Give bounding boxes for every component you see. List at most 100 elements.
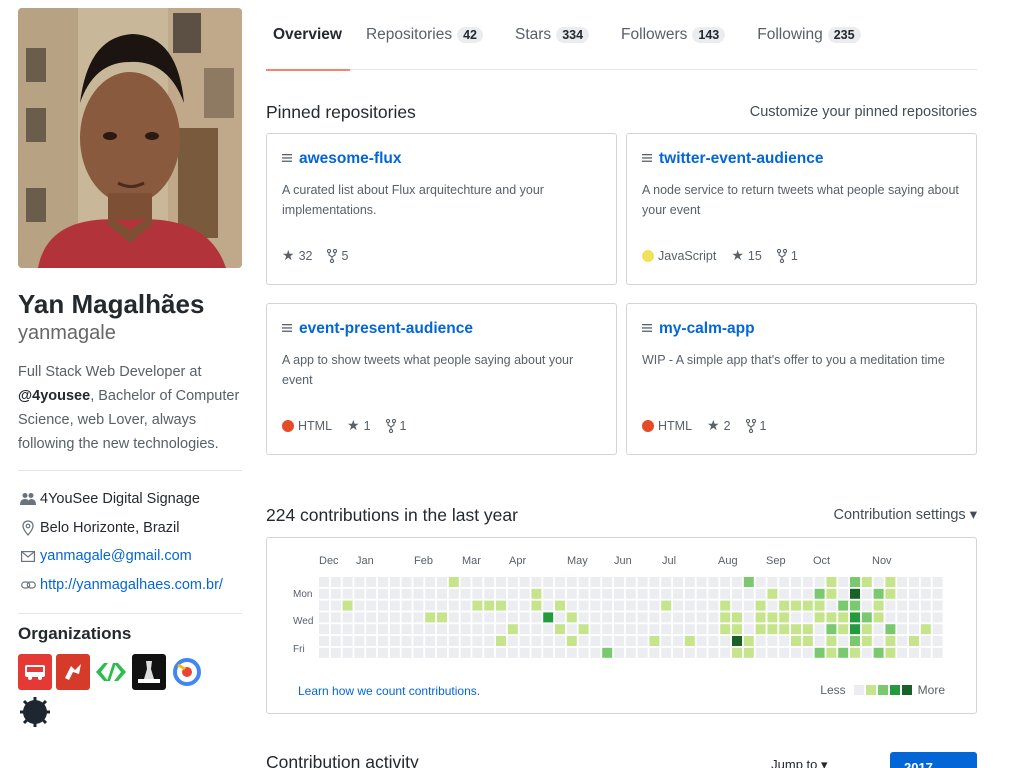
contribution-day[interactable] (755, 577, 766, 587)
contribution-day[interactable] (767, 600, 778, 611)
contribution-day[interactable] (507, 624, 518, 635)
contribution-day[interactable] (378, 624, 388, 635)
contribution-day[interactable] (555, 647, 565, 658)
contribution-day[interactable] (389, 647, 400, 658)
contribution-day[interactable] (838, 612, 849, 623)
contribution-day[interactable] (696, 600, 707, 611)
contribution-day[interactable] (578, 647, 589, 658)
contribution-day[interactable] (791, 624, 801, 635)
contribution-day[interactable] (496, 624, 506, 635)
contribution-day[interactable] (850, 577, 860, 587)
contribution-day[interactable] (897, 612, 908, 623)
contribution-day[interactable] (507, 577, 518, 587)
contribution-day[interactable] (826, 624, 837, 635)
contribution-day[interactable] (602, 647, 613, 658)
customize-pins-link[interactable]: Customize your pinned repositories (750, 104, 977, 120)
contribution-day[interactable] (425, 588, 436, 599)
contribution-day[interactable] (802, 588, 813, 599)
contribution-day[interactable] (802, 612, 813, 623)
contribution-day[interactable] (826, 588, 837, 599)
contribution-day[interactable] (767, 577, 778, 587)
contribution-day[interactable] (779, 577, 790, 587)
contribution-day[interactable] (472, 636, 483, 646)
contribution-day[interactable] (507, 612, 518, 623)
contribution-day[interactable] (354, 636, 365, 646)
contribution-day[interactable] (614, 647, 624, 658)
contribution-day[interactable] (460, 636, 471, 646)
contribution-day[interactable] (779, 636, 790, 646)
contribution-day[interactable] (767, 612, 778, 623)
contribution-day[interactable] (814, 588, 825, 599)
contribution-day[interactable] (413, 624, 424, 635)
contribution-day[interactable] (590, 588, 601, 599)
contribution-day[interactable] (413, 588, 424, 599)
contribution-day[interactable] (448, 636, 459, 646)
contribution-day[interactable] (684, 600, 695, 611)
contribution-day[interactable] (838, 577, 849, 587)
contribution-day[interactable] (826, 636, 837, 646)
contribution-day[interactable] (413, 636, 424, 646)
contribution-day[interactable] (920, 624, 931, 635)
contribution-day[interactable] (861, 588, 872, 599)
contribution-day[interactable] (472, 624, 483, 635)
contribution-day[interactable] (366, 636, 377, 646)
contribution-day[interactable] (838, 647, 849, 658)
contribution-day[interactable] (566, 636, 577, 646)
contribution-day[interactable] (531, 647, 542, 658)
repo-stars[interactable]: ★ 1 (347, 417, 371, 434)
contribution-day[interactable] (826, 647, 837, 658)
contribution-day[interactable] (437, 577, 447, 587)
contribution-day[interactable] (661, 647, 672, 658)
contribution-day[interactable] (909, 612, 919, 623)
contribution-day[interactable] (814, 577, 825, 587)
contribution-day[interactable] (932, 577, 943, 587)
contribution-day[interactable] (543, 636, 554, 646)
contribution-day[interactable] (389, 600, 400, 611)
contribution-day[interactable] (496, 600, 506, 611)
contribution-day[interactable] (826, 600, 837, 611)
contribution-day[interactable] (578, 600, 589, 611)
contribution-day[interactable] (779, 612, 790, 623)
contribution-day[interactable] (342, 647, 353, 658)
contribution-day[interactable] (708, 647, 719, 658)
tab-following[interactable]: Following 235 (741, 0, 876, 70)
tab-overview[interactable]: Overview (266, 0, 350, 71)
contribution-day[interactable] (507, 600, 518, 611)
contribution-day[interactable] (566, 588, 577, 599)
contribution-day[interactable] (425, 612, 436, 623)
contribution-day[interactable] (590, 612, 601, 623)
contribution-day[interactable] (614, 600, 624, 611)
contribution-day[interactable] (743, 600, 754, 611)
contribution-day[interactable] (566, 612, 577, 623)
contribution-day[interactable] (920, 612, 931, 623)
contribution-day[interactable] (413, 577, 424, 587)
contribution-day[interactable] (519, 588, 530, 599)
repo-forks[interactable]: 1 (776, 248, 798, 263)
contribution-day[interactable] (696, 588, 707, 599)
contribution-day[interactable] (519, 636, 530, 646)
contribution-day[interactable] (732, 577, 742, 587)
contribution-day[interactable] (673, 624, 683, 635)
contribution-day[interactable] (437, 612, 447, 623)
contribution-day[interactable] (460, 624, 471, 635)
contribution-day[interactable] (873, 624, 884, 635)
contribution-day[interactable] (732, 636, 742, 646)
contribution-day[interactable] (378, 600, 388, 611)
contribution-day[interactable] (437, 636, 447, 646)
contribution-day[interactable] (590, 600, 601, 611)
org-wheel-icon[interactable] (18, 694, 52, 730)
contribution-day[interactable] (366, 588, 377, 599)
contribution-day[interactable] (826, 577, 837, 587)
repo-name-link[interactable]: event-present-audience (282, 320, 601, 338)
contribution-day[interactable] (578, 612, 589, 623)
contribution-day[interactable] (555, 600, 565, 611)
contribution-day[interactable] (838, 600, 849, 611)
contribution-day[interactable] (342, 624, 353, 635)
contribution-day[interactable] (637, 612, 648, 623)
contribution-day[interactable] (625, 636, 636, 646)
contribution-day[interactable] (909, 647, 919, 658)
contribution-day[interactable] (909, 624, 919, 635)
contribution-day[interactable] (378, 612, 388, 623)
contribution-day[interactable] (602, 612, 613, 623)
contribution-day[interactable] (885, 624, 896, 635)
